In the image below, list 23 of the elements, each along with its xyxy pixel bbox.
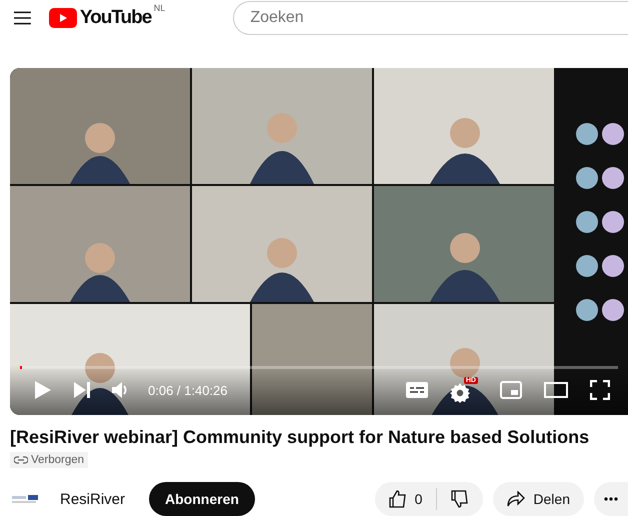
logo-text[interactable]: YouTube — [80, 6, 152, 29]
next-button[interactable] — [74, 382, 90, 398]
play-logo-icon[interactable] — [48, 8, 77, 28]
visibility-label: Verborgen — [31, 454, 84, 466]
time-display: 0:06 / 1:40:26 — [148, 382, 228, 398]
search-field[interactable]: Zoeken — [233, 0, 628, 35]
link-icon — [14, 456, 28, 464]
menu-icon[interactable] — [14, 10, 31, 25]
fullscreen-button[interactable] — [590, 380, 610, 400]
share-arrow-icon — [507, 491, 526, 507]
video-title: [ResiRiver webinar] Community support for Nature based Solutions — [10, 427, 590, 448]
more-button[interactable] — [594, 482, 628, 516]
miniplayer-button[interactable] — [500, 381, 522, 399]
thumbs-down-icon — [451, 490, 470, 508]
theater-button[interactable] — [544, 382, 568, 398]
thumbs-up-icon — [388, 490, 407, 508]
region-label: NL — [154, 2, 166, 13]
channel-name[interactable]: ResiRiver — [60, 490, 126, 508]
subscribe-button[interactable]: Abonneren — [149, 482, 255, 516]
subtitles-button[interactable] — [406, 382, 428, 398]
share-button[interactable]: Delen — [493, 482, 584, 516]
more-icon — [604, 497, 618, 501]
play-button[interactable] — [34, 380, 52, 400]
